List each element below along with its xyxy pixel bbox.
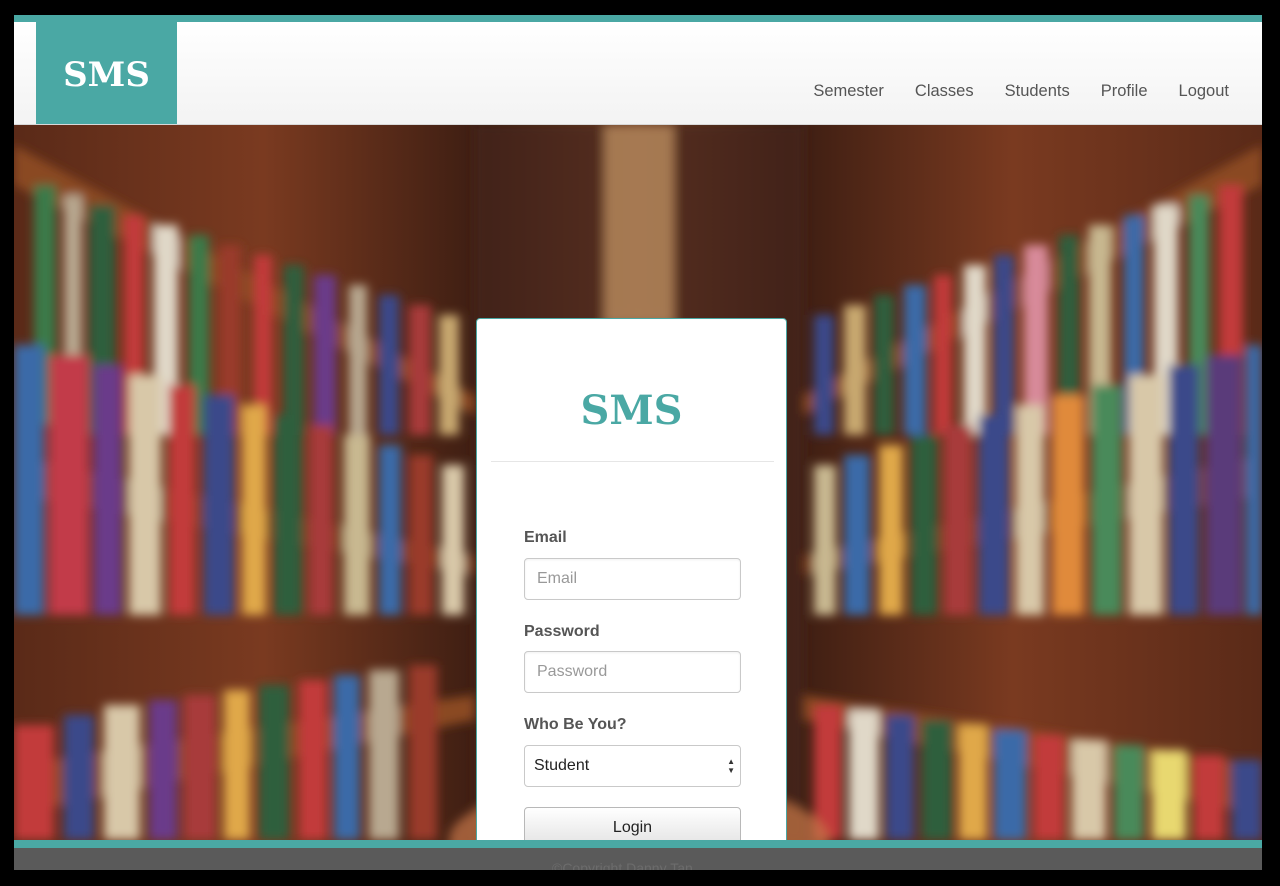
logo-text: SMS	[63, 55, 150, 95]
app-window: SMS Semester Classes Students Profile Lo…	[14, 15, 1262, 870]
library-background: SMS Email Password Who Be You? Student ▲…	[14, 125, 1262, 840]
divider	[491, 461, 774, 462]
select-arrows-icon: ▲ ▼	[727, 757, 735, 775]
main-nav: Semester Classes Students Profile Logout	[813, 82, 1229, 101]
role-select[interactable]: Student ▲ ▼	[524, 745, 741, 787]
footer: ©Copyright Danny Tan	[14, 848, 1262, 870]
nav-students-link[interactable]: Students	[1005, 82, 1070, 101]
email-label: Email	[524, 529, 567, 546]
password-label: Password	[524, 623, 600, 640]
nav-semester-link[interactable]: Semester	[813, 82, 884, 101]
nav-profile-link[interactable]: Profile	[1101, 82, 1148, 101]
role-label: Who Be You?	[524, 716, 627, 733]
nav-logout-link[interactable]: Logout	[1179, 82, 1229, 101]
top-accent-bar	[14, 15, 1262, 22]
login-button[interactable]: Login	[524, 807, 741, 840]
login-card: SMS Email Password Who Be You? Student ▲…	[476, 318, 787, 840]
login-card-logo: SMS	[580, 387, 683, 434]
footer-accent-bar	[14, 840, 1262, 848]
nav-classes-link[interactable]: Classes	[915, 82, 974, 101]
password-field[interactable]	[524, 651, 741, 693]
logo[interactable]: SMS	[36, 22, 177, 124]
footer-copyright: ©Copyright Danny Tan	[552, 860, 693, 870]
header: SMS Semester Classes Students Profile Lo…	[14, 22, 1262, 125]
email-field[interactable]	[524, 558, 741, 600]
role-select-value: Student	[534, 757, 590, 774]
